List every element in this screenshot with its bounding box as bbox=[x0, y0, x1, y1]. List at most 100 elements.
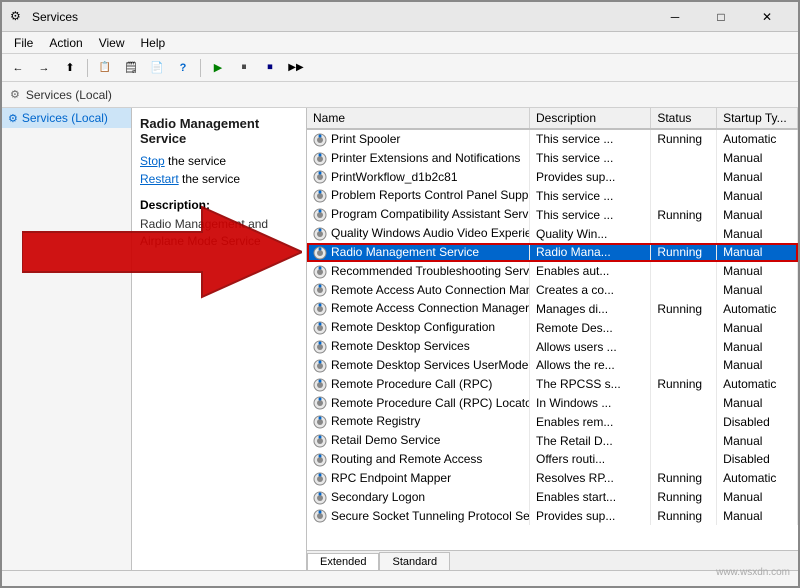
service-status-cell: Running bbox=[651, 469, 717, 488]
table-row[interactable]: Program Compatibility Assistant ServiceT… bbox=[307, 205, 798, 224]
service-status-cell bbox=[651, 450, 717, 469]
export-button[interactable]: 📄 bbox=[145, 57, 169, 79]
service-startup-cell: Disabled bbox=[717, 450, 798, 469]
table-row[interactable]: Secure Socket Tunneling Protocol Service… bbox=[307, 507, 798, 526]
forward-button[interactable]: → bbox=[32, 57, 56, 79]
window-icon: ⚙ bbox=[10, 9, 26, 25]
pause-service-button[interactable]: ⏸ bbox=[232, 57, 256, 79]
status-bar bbox=[2, 570, 798, 588]
table-row[interactable]: Retail Demo ServiceThe Retail D...Manual bbox=[307, 431, 798, 450]
left-panel: Radio Management Service Stop the servic… bbox=[132, 108, 307, 570]
service-desc-cell: The RPCSS s... bbox=[529, 375, 650, 394]
description-label: Description: bbox=[140, 198, 298, 212]
table-row[interactable]: Printer Extensions and NotificationsThis… bbox=[307, 149, 798, 168]
service-status-cell bbox=[651, 394, 717, 413]
service-startup-cell: Manual bbox=[717, 356, 798, 375]
table-row[interactable]: Problem Reports Control Panel SupportThi… bbox=[307, 186, 798, 205]
table-row[interactable]: Recommended Troubleshooting ServiceEnabl… bbox=[307, 262, 798, 281]
description-text: Radio Management and Airplane Mode Servi… bbox=[140, 216, 298, 250]
service-name-cell: RPC Endpoint Mapper bbox=[307, 469, 529, 488]
title-bar-controls: ─ □ ✕ bbox=[652, 2, 790, 32]
back-button[interactable]: ← bbox=[6, 57, 30, 79]
service-icon bbox=[313, 321, 327, 335]
table-row[interactable]: Print SpoolerThis service ...RunningAuto… bbox=[307, 129, 798, 149]
header-row: Name Description Status Startup Ty... bbox=[307, 108, 798, 129]
tab-standard[interactable]: Standard bbox=[379, 552, 450, 570]
minimize-button[interactable]: ─ bbox=[652, 2, 698, 32]
service-startup-cell: Manual bbox=[717, 205, 798, 224]
up-button[interactable]: ⬆ bbox=[58, 57, 82, 79]
service-startup-cell: Manual bbox=[717, 394, 798, 413]
help-button[interactable]: ? bbox=[171, 57, 195, 79]
restart-the-service-text: the service bbox=[182, 172, 240, 186]
sidebar: ⚙ Services (Local) bbox=[2, 108, 132, 570]
service-icon bbox=[313, 283, 327, 297]
service-startup-cell: Automatic bbox=[717, 129, 798, 149]
service-startup-cell: Automatic bbox=[717, 299, 798, 318]
menu-view[interactable]: View bbox=[91, 34, 133, 52]
table-row[interactable]: PrintWorkflow_d1b2c81Provides sup...Manu… bbox=[307, 168, 798, 187]
table-row[interactable]: RPC Endpoint MapperResolves RP...Running… bbox=[307, 469, 798, 488]
start-service-button[interactable]: ▶ bbox=[206, 57, 230, 79]
service-name-cell: Secondary Logon bbox=[307, 488, 529, 507]
service-icon bbox=[313, 472, 327, 486]
watermark: www.wsxdn.com bbox=[716, 567, 790, 578]
restart-service-button[interactable]: ▶▶ bbox=[284, 57, 308, 79]
service-name-cell: PrintWorkflow_d1b2c81 bbox=[307, 168, 529, 187]
table-row[interactable]: Remote RegistryEnables rem...Disabled bbox=[307, 412, 798, 431]
stop-service-button[interactable]: ⏹ bbox=[258, 57, 282, 79]
service-desc-cell: This service ... bbox=[529, 205, 650, 224]
services-list: Print SpoolerThis service ...RunningAuto… bbox=[307, 129, 798, 525]
menu-help[interactable]: Help bbox=[133, 34, 174, 52]
service-name-cell: Secure Socket Tunneling Protocol Service bbox=[307, 507, 529, 526]
service-startup-cell: Manual bbox=[717, 186, 798, 205]
service-desc-cell: In Windows ... bbox=[529, 394, 650, 413]
services-table: Name Description Status Startup Ty... Pr… bbox=[307, 108, 798, 525]
restart-link[interactable]: Restart bbox=[140, 172, 179, 186]
service-desc-cell: Remote Des... bbox=[529, 318, 650, 337]
toolbar-separator-1 bbox=[87, 59, 88, 77]
table-row[interactable]: Remote Access Auto Connection Mana...Cre… bbox=[307, 281, 798, 300]
service-desc-cell: Enables aut... bbox=[529, 262, 650, 281]
service-desc-cell: This service ... bbox=[529, 129, 650, 149]
service-status-cell bbox=[651, 356, 717, 375]
sidebar-item-services-local[interactable]: ⚙ Services (Local) bbox=[2, 108, 131, 128]
table-row[interactable]: Remote Access Connection ManagerManages … bbox=[307, 299, 798, 318]
services-table-container[interactable]: Name Description Status Startup Ty... Pr… bbox=[307, 108, 798, 550]
service-icon bbox=[313, 133, 327, 147]
service-name-cell: Print Spooler bbox=[307, 129, 529, 149]
table-row[interactable]: Remote Desktop Services UserMode Po...Al… bbox=[307, 356, 798, 375]
service-name-cell: Remote Access Auto Connection Mana... bbox=[307, 281, 529, 300]
service-name-cell: Remote Procedure Call (RPC) Locator bbox=[307, 394, 529, 413]
close-button[interactable]: ✕ bbox=[744, 2, 790, 32]
table-row[interactable]: Remote Desktop ServicesAllows users ...M… bbox=[307, 337, 798, 356]
maximize-button[interactable]: □ bbox=[698, 2, 744, 32]
col-header-name[interactable]: Name bbox=[307, 108, 529, 129]
stop-link[interactable]: Stop bbox=[140, 154, 165, 168]
table-row[interactable]: Remote Procedure Call (RPC)The RPCSS s..… bbox=[307, 375, 798, 394]
service-desc-cell: Provides sup... bbox=[529, 168, 650, 187]
stop-service-line: Stop the service bbox=[140, 154, 298, 168]
col-header-status[interactable]: Status bbox=[651, 108, 717, 129]
service-startup-cell: Disabled bbox=[717, 412, 798, 431]
right-panel: Name Description Status Startup Ty... Pr… bbox=[307, 108, 798, 570]
table-row[interactable]: Routing and Remote AccessOffers routi...… bbox=[307, 450, 798, 469]
table-row[interactable]: Quality Windows Audio Video Experien...Q… bbox=[307, 224, 798, 243]
col-header-description[interactable]: Description bbox=[529, 108, 650, 129]
col-header-startup[interactable]: Startup Ty... bbox=[717, 108, 798, 129]
table-row[interactable]: Remote Procedure Call (RPC) LocatorIn Wi… bbox=[307, 394, 798, 413]
service-name-cell: Problem Reports Control Panel Support bbox=[307, 186, 529, 205]
table-row[interactable]: Secondary LogonEnables start...RunningMa… bbox=[307, 488, 798, 507]
tab-extended[interactable]: Extended bbox=[307, 553, 379, 570]
menu-file[interactable]: File bbox=[6, 34, 41, 52]
properties-button[interactable]: 🗒 bbox=[119, 57, 143, 79]
service-name-cell: Remote Desktop Services bbox=[307, 337, 529, 356]
service-icon bbox=[313, 340, 327, 354]
service-status-cell: Running bbox=[651, 205, 717, 224]
show-hide-button[interactable]: 📋 bbox=[93, 57, 117, 79]
table-row[interactable]: Radio Management ServiceRadio Mana...Run… bbox=[307, 243, 798, 262]
service-startup-cell: Manual bbox=[717, 281, 798, 300]
table-row[interactable]: Remote Desktop ConfigurationRemote Des..… bbox=[307, 318, 798, 337]
restart-service-line: Restart the service bbox=[140, 172, 298, 186]
menu-action[interactable]: Action bbox=[41, 34, 90, 52]
